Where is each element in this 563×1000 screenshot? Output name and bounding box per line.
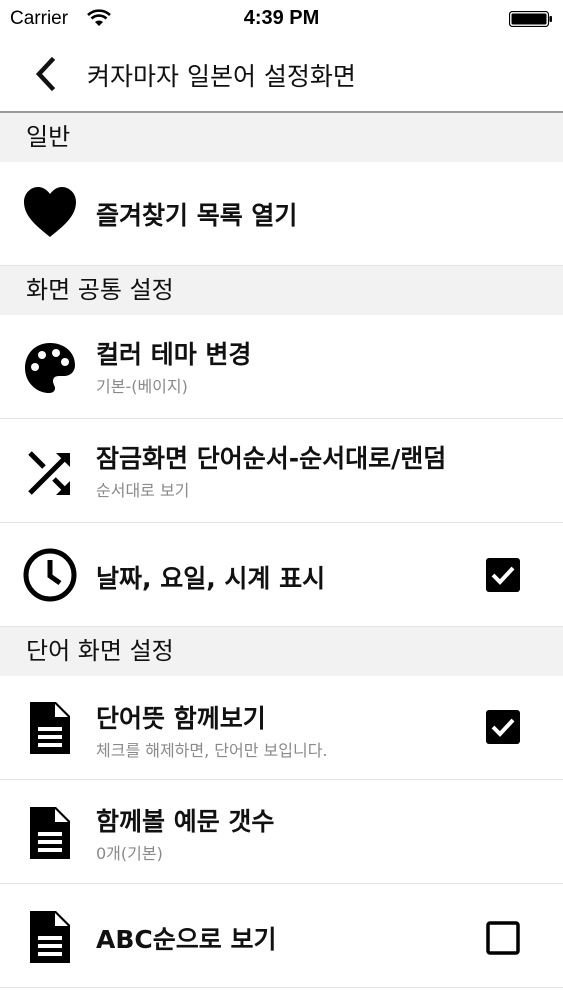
abc-order-row[interactable]: ABC순으로 보기 (0, 884, 563, 988)
checkbox-checked-icon[interactable] (486, 558, 520, 592)
meaning-value: 체크를 해제하면, 단어만 보입니다. (96, 741, 328, 760)
navigation-bar: 켜자마자 일본어 설정화면 (0, 36, 563, 113)
meaning-row[interactable]: 단어뜻 함께보기 체크를 해제하면, 단어만 보입니다. (0, 676, 563, 780)
clock-time: 4:39 PM (243, 7, 320, 29)
examples-label: 함께볼 예문 갯수 (96, 807, 275, 836)
abc-order-text: ABC순으로 보기 (96, 920, 276, 956)
favorites-text: 즐겨찾기 목록 열기 (96, 196, 297, 232)
color-theme-text: 컬러 테마 변경 기본-(베이지) (96, 335, 251, 397)
battery-icon (508, 10, 553, 28)
status-bar: Carrier 4:39 PM (0, 0, 563, 36)
heart-icon (22, 185, 78, 241)
document-icon (22, 805, 78, 861)
clock-icon (22, 547, 78, 603)
back-arrow-icon[interactable] (30, 54, 64, 94)
section-header-screen-common: 화면 공통 설정 (0, 266, 563, 315)
abc-order-label: ABC순으로 보기 (96, 925, 277, 954)
meaning-text: 단어뜻 함께보기 체크를 해제하면, 단어만 보입니다. (96, 699, 328, 761)
section-header-word-screen: 단어 화면 설정 (0, 627, 563, 676)
document-icon (22, 700, 78, 756)
favorites-row[interactable]: 즐겨찾기 목록 열기 (0, 162, 563, 266)
palette-icon (22, 340, 78, 396)
lock-order-value: 순서대로 보기 (96, 481, 190, 500)
lock-order-row[interactable]: 잠금화면 단어순서-순서대로/랜덤 순서대로 보기 (0, 419, 563, 523)
page-title: 켜자마자 일본어 설정화면 (87, 62, 356, 91)
color-theme-row[interactable]: 컬러 테마 변경 기본-(베이지) (0, 315, 563, 419)
section-header-general: 일반 (0, 113, 563, 162)
datetime-text: 날짜, 요일, 시계 표시 (96, 559, 325, 595)
lock-order-label: 잠금화면 단어순서-순서대로/랜덤 (96, 444, 447, 473)
color-theme-value: 기본-(베이지) (96, 377, 188, 396)
document-icon (22, 909, 78, 965)
examples-value: 0개(기본) (96, 844, 163, 863)
lock-order-text: 잠금화면 단어순서-순서대로/랜덤 순서대로 보기 (96, 439, 446, 501)
shuffle-icon (22, 445, 78, 501)
favorites-label: 즐겨찾기 목록 열기 (96, 201, 298, 230)
examples-row[interactable]: 함께볼 예문 갯수 0개(기본) (0, 780, 563, 884)
datetime-row[interactable]: 날짜, 요일, 시계 표시 (0, 523, 563, 627)
datetime-label: 날짜, 요일, 시계 표시 (96, 564, 326, 593)
meaning-label: 단어뜻 함께보기 (96, 704, 266, 733)
checkbox-unchecked-icon[interactable] (486, 921, 520, 955)
checkbox-checked-icon[interactable] (486, 710, 520, 744)
color-theme-label: 컬러 테마 변경 (96, 340, 252, 369)
examples-text: 함께볼 예문 갯수 0개(기본) (96, 802, 274, 864)
